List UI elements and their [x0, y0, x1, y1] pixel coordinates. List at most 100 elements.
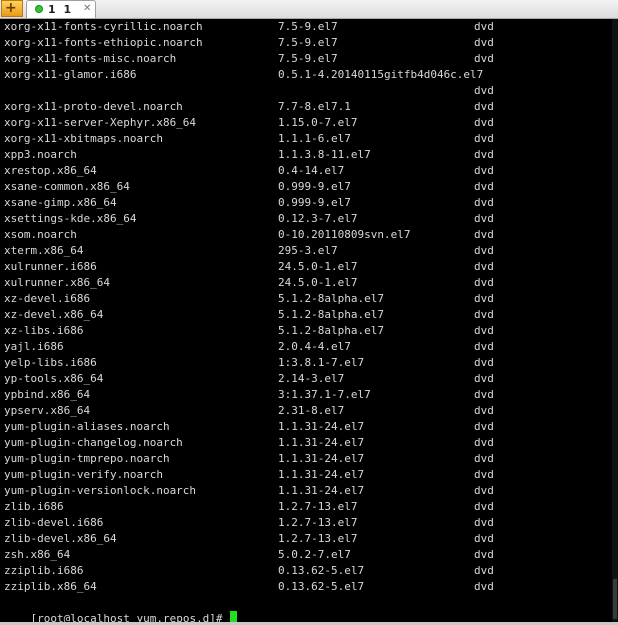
- package-repo: dvd: [474, 20, 494, 33]
- package-version: 7.5-9.el7: [278, 36, 338, 49]
- package-repo: dvd: [474, 516, 494, 529]
- package-version: 1.1.31-24.el7: [278, 436, 365, 449]
- package-repo: dvd: [474, 388, 494, 401]
- package-name: xterm.x86_64: [4, 244, 84, 257]
- package-repo: dvd: [474, 260, 494, 273]
- terminal-output[interactable]: xorg-x11-fonts-cyrillic.noarch 7.5-9.el7 d…: [0, 19, 612, 622]
- new-tab-button[interactable]: +: [1, 0, 23, 17]
- package-row: xorg-x11-xbitmaps.noarch 1.1.1-6.el7 dvd: [4, 131, 494, 147]
- package-row: zziplib.i686 0.13.62-5.el7 dvd: [4, 563, 494, 579]
- package-name: xorg-x11-server-Xephyr.x86_64: [4, 116, 197, 129]
- package-version: 0.999-9.el7: [278, 196, 351, 209]
- package-version: 1.2.7-13.el7: [278, 500, 358, 513]
- package-name: xrestop.x86_64: [4, 164, 97, 177]
- package-name: xz-devel.x86_64: [4, 308, 104, 321]
- package-row: xorg-x11-proto-devel.noarch 7.7-8.el7.1 dv…: [4, 99, 494, 115]
- package-name: yum-plugin-aliases.noarch: [4, 420, 170, 433]
- package-repo: dvd: [474, 148, 494, 161]
- package-version: 2.14-3.el7: [278, 372, 345, 385]
- package-version: 1.2.7-13.el7: [278, 516, 358, 529]
- package-name: zziplib.x86_64: [4, 580, 97, 593]
- package-repo: dvd: [474, 548, 494, 561]
- package-row: xsom.noarch 0-10.20110809svn.el7 dvd: [4, 227, 494, 243]
- package-version: 7.5-9.el7: [278, 20, 338, 33]
- package-row: xorg-x11-fonts-cyrillic.noarch 7.5-9.el7 d…: [4, 19, 494, 35]
- package-name: xz-libs.i686: [4, 324, 84, 337]
- package-repo: dvd: [474, 116, 494, 129]
- package-row: yp-tools.x86_64 2.14-3.el7 dvd: [4, 371, 494, 387]
- package-repo: dvd: [474, 372, 494, 385]
- package-row: ypserv.x86_64 2.31-8.el7 dvd: [4, 403, 494, 419]
- package-repo: dvd: [474, 564, 494, 577]
- package-row: xulrunner.x86_64 24.5.0-1.el7 dvd: [4, 275, 494, 291]
- package-repo: dvd: [474, 164, 494, 177]
- package-version: 7.7-8.el7.1: [278, 100, 351, 113]
- package-row: xsane-common.x86_64 0.999-9.el7 dvd: [4, 179, 494, 195]
- package-name: yelp-libs.i686: [4, 356, 97, 369]
- package-version: 5.0.2-7.el7: [278, 548, 351, 561]
- package-repo: dvd: [474, 452, 494, 465]
- package-repo: dvd: [474, 36, 494, 49]
- package-version: 3:1.37.1-7.el7: [278, 388, 371, 401]
- package-name: xsettings-kde.x86_64: [4, 212, 137, 225]
- package-name: yum-plugin-tmprepo.noarch: [4, 452, 170, 465]
- package-row: xz-devel.x86_64 5.1.2-8alpha.el7 dvd: [4, 307, 494, 323]
- terminal-tab[interactable]: 1 1 ✕: [26, 0, 96, 18]
- package-name: xorg-x11-fonts-ethiopic.noarch: [4, 36, 203, 49]
- package-repo: dvd: [474, 468, 494, 481]
- terminal-scrollbar[interactable]: [612, 19, 618, 622]
- package-name: xulrunner.i686: [4, 260, 97, 273]
- package-name: xz-devel.i686: [4, 292, 91, 305]
- package-repo: dvd: [474, 292, 494, 305]
- package-repo: dvd: [474, 340, 494, 353]
- package-row: xrestop.x86_64 0.4-14.el7 dvd: [4, 163, 494, 179]
- package-version: 0.12.3-7.el7: [278, 212, 358, 225]
- package-repo: dvd: [474, 244, 494, 257]
- package-version: 24.5.0-1.el7: [278, 260, 358, 273]
- package-name: zlib-devel.x86_64: [4, 532, 117, 545]
- status-dot-icon: [35, 5, 43, 13]
- package-row: xulrunner.i686 24.5.0-1.el7 dvd: [4, 259, 494, 275]
- package-name: xorg-x11-proto-devel.noarch: [4, 100, 183, 113]
- package-version: 5.1.2-8alpha.el7: [278, 308, 384, 321]
- shell-prompt: [root@localhost yum.repos.d]#: [30, 612, 230, 622]
- scrollbar-thumb[interactable]: [613, 579, 617, 619]
- package-row: ypbind.x86_64 3:1.37.1-7.el7 dvd: [4, 387, 494, 403]
- package-version: 0.13.62-5.el7: [278, 564, 365, 577]
- package-row: zlib.i686 1.2.7-13.el7 dvd: [4, 499, 494, 515]
- package-version: 7.5-9.el7: [278, 52, 338, 65]
- package-row: yum-plugin-tmprepo.noarch 1.1.31-24.el7 dv…: [4, 451, 494, 467]
- package-row: zlib-devel.x86_64 1.2.7-13.el7 dvd: [4, 531, 494, 547]
- package-repo: dvd: [474, 196, 494, 209]
- package-version: 1.15.0-7.el7: [278, 116, 358, 129]
- tab-bar: + 1 1 ✕: [0, 0, 618, 19]
- package-version: 1:3.8.1-7.el7: [278, 356, 365, 369]
- package-repo: dvd: [474, 356, 494, 369]
- new-tab-icon: +: [5, 0, 17, 16]
- close-icon[interactable]: ✕: [83, 3, 91, 14]
- package-row: zziplib.x86_64 0.13.62-5.el7 dvd: [4, 579, 494, 595]
- package-version: 1.1.31-24.el7: [278, 420, 365, 433]
- text-cursor: [230, 611, 238, 622]
- package-repo: dvd: [474, 52, 494, 65]
- package-repo: dvd: [474, 580, 494, 593]
- package-name: zlib.i686: [4, 500, 64, 513]
- package-name: yp-tools.x86_64: [4, 372, 104, 385]
- package-name: xulrunner.x86_64: [4, 276, 110, 289]
- package-name: xorg-x11-glamor.i686: [4, 68, 137, 81]
- package-name: yajl.i686: [4, 340, 64, 353]
- package-repo: dvd: [474, 404, 494, 417]
- package-name: zlib-devel.i686: [4, 516, 104, 529]
- prompt-line[interactable]: [root@localhost yum.repos.d]#: [4, 595, 238, 622]
- package-repo: dvd: [474, 276, 494, 289]
- package-row: xsane-gimp.x86_64 0.999-9.el7 dvd: [4, 195, 494, 211]
- package-version: 1.1.31-24.el7: [278, 468, 365, 481]
- package-version: 2.0.4-4.el7: [278, 340, 351, 353]
- package-version: 0.4-14.el7: [278, 164, 345, 177]
- package-name: xorg-x11-fonts-cyrillic.noarch: [4, 20, 203, 33]
- tab-title: 1 1: [48, 3, 74, 16]
- package-name: xsane-gimp.x86_64: [4, 196, 117, 209]
- package-row: xterm.x86_64 295-3.el7 dvd: [4, 243, 494, 259]
- package-version: 1.2.7-13.el7: [278, 532, 358, 545]
- package-row: xz-libs.i686 5.1.2-8alpha.el7 dvd: [4, 323, 494, 339]
